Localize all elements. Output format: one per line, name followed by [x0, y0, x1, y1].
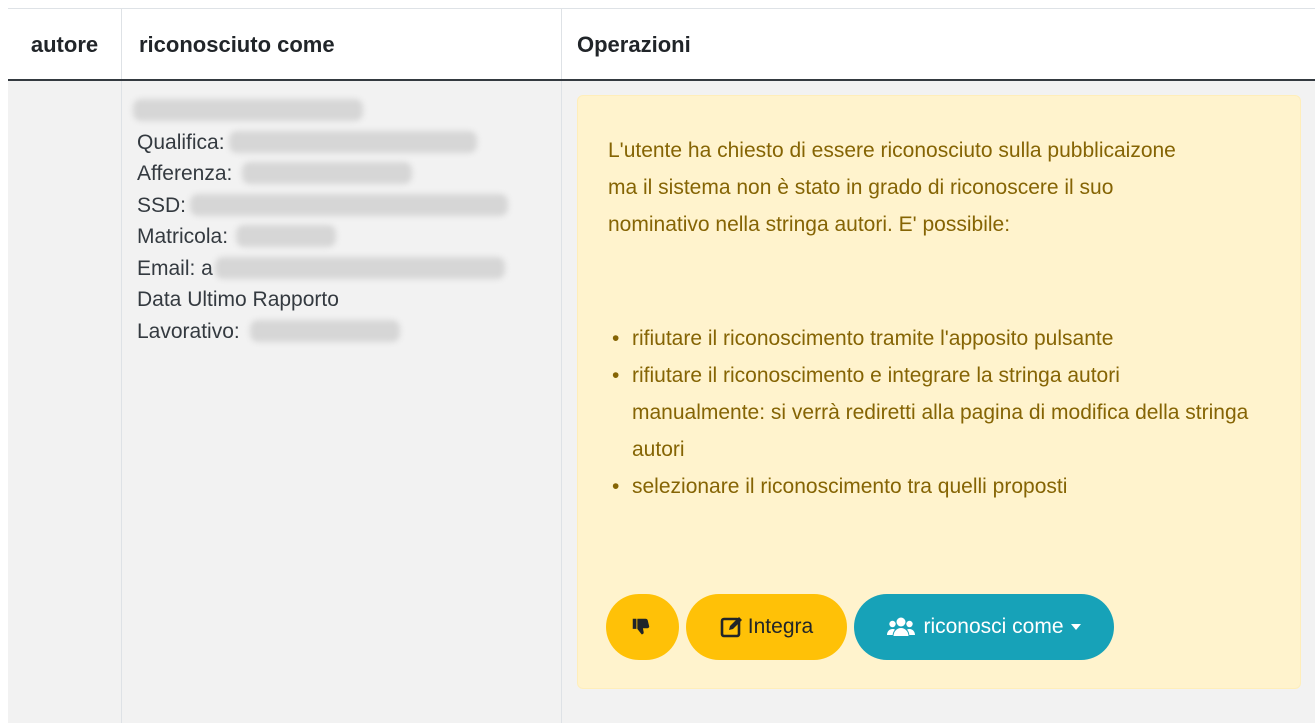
- afferenza-label: Afferenza:: [137, 162, 233, 185]
- integrate-button[interactable]: Integra: [686, 594, 847, 660]
- person-info: Qualifica: Afferenza: SSD: Matricola: Em…: [133, 95, 509, 347]
- options-list: rifiutare il riconoscimento tramite l'ap…: [608, 320, 1258, 505]
- table-header: autore riconosciuto come Operazioni: [8, 8, 1315, 82]
- qualifica-label: Qualifica:: [137, 130, 225, 154]
- ssd-label: SSD:: [137, 193, 187, 217]
- alert-message: L'utente ha chiesto di essere riconosciu…: [608, 139, 1176, 236]
- redacted-date: [249, 319, 400, 342]
- redacted-ssd: [190, 193, 509, 216]
- integrate-label: Integra: [747, 615, 814, 638]
- redacted-name: [133, 99, 363, 121]
- users-icon: [887, 616, 916, 638]
- thumbs-down-icon: [630, 616, 652, 638]
- matricola-label: Matricola:: [137, 225, 229, 248]
- redacted-qualifica: [228, 130, 477, 153]
- reject-button[interactable]: [606, 594, 679, 660]
- author-cell: [8, 81, 121, 723]
- redacted-matricola: [236, 225, 337, 247]
- redacted-afferenza: [242, 162, 413, 184]
- lavorativo-label: Lavorativo:: [137, 319, 240, 343]
- column-header-author: autore: [30, 32, 99, 57]
- list-item: rifiutare il riconoscimento e integrare …: [608, 357, 1258, 468]
- email-label: Email: a: [137, 256, 213, 280]
- edit-icon: [720, 615, 744, 639]
- table-row: Qualifica: Afferenza: SSD: Matricola: Em…: [8, 81, 1315, 723]
- authors-table: autore riconosciuto come Operazioni Qual…: [8, 8, 1315, 723]
- column-header-operations: Operazioni: [561, 9, 1315, 79]
- caret-down-icon: [1070, 624, 1081, 630]
- operations-cell: L'utente ha chiesto di essere riconosciu…: [561, 81, 1315, 723]
- data-ultimo-rapporto-label: Data Ultimo Rapporto: [137, 288, 339, 311]
- recognize-label: riconosci come: [923, 615, 1064, 638]
- warning-alert: L'utente ha chiesto di essere riconosciu…: [577, 95, 1301, 689]
- list-item: selezionare il riconoscimento tra quelli…: [608, 468, 1258, 505]
- redacted-email: [214, 256, 505, 279]
- column-header-recognized-as: riconosciuto come: [121, 9, 561, 79]
- list-item: rifiutare il riconoscimento tramite l'ap…: [608, 320, 1258, 357]
- recognize-as-dropdown-button[interactable]: riconosci come: [854, 594, 1114, 660]
- recognized-as-cell: Qualifica: Afferenza: SSD: Matricola: Em…: [121, 81, 562, 723]
